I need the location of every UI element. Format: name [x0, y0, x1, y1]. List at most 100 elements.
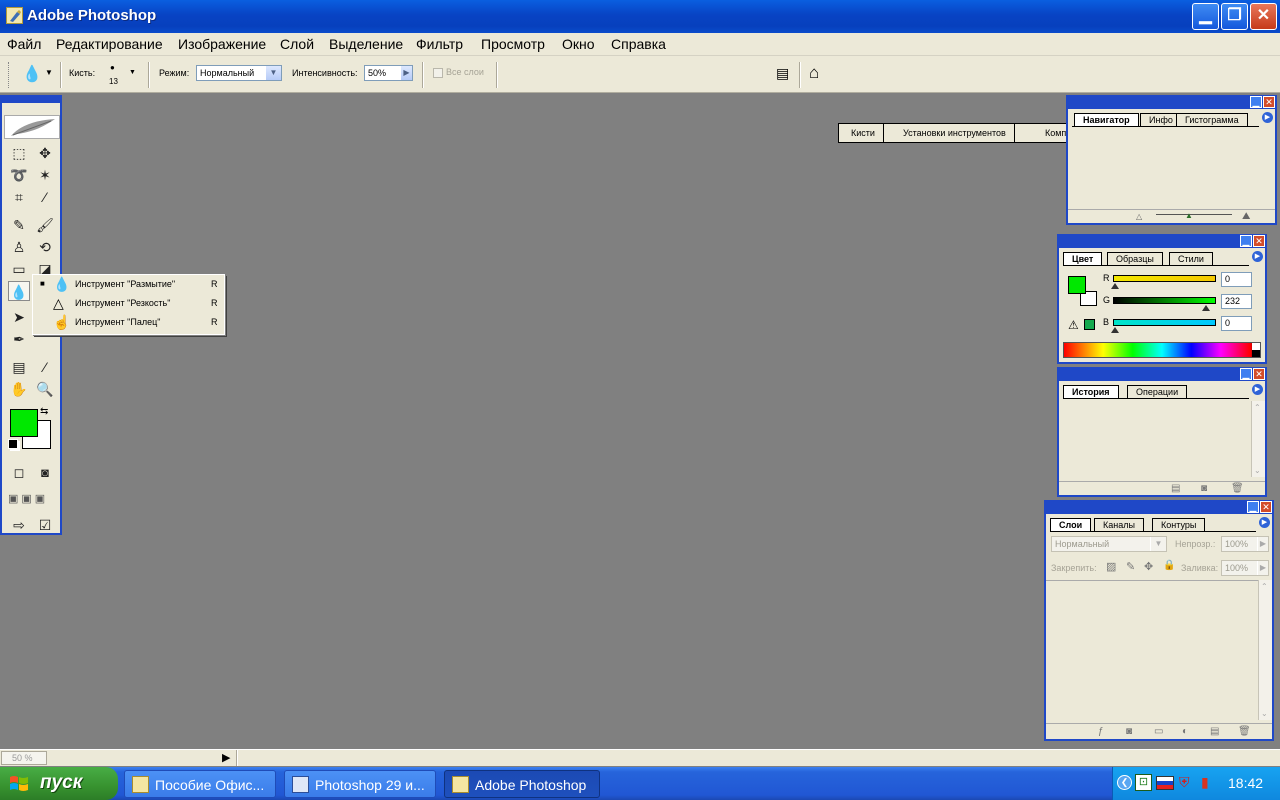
menu-edit[interactable]: Редактирование [56, 36, 163, 52]
pen-tool-icon[interactable]: ✒ [8, 329, 30, 349]
brush-dropdown-arrow-icon[interactable]: ▼ [129, 69, 136, 76]
zoom-tool-icon[interactable]: 🔍 [34, 379, 56, 399]
notes-tool-icon[interactable]: ▤ [8, 357, 30, 377]
layers-list[interactable] [1046, 580, 1258, 720]
tab-paths[interactable]: Контуры [1152, 518, 1206, 532]
magic-wand-tool-icon[interactable]: ✶ [34, 165, 56, 185]
well-tab-tool-presets[interactable]: Установки инструментов [895, 124, 1015, 142]
menu-view[interactable]: Просмотр [481, 36, 545, 52]
preset-dropdown-arrow-icon[interactable]: ▼ [45, 68, 53, 77]
network-icon[interactable]: ⊡ [1135, 774, 1152, 791]
lasso-tool-icon[interactable]: ➰ [8, 165, 30, 185]
file-browser-icon[interactable]: ▤ [776, 65, 789, 82]
layers-scrollbar[interactable]: ⌃ ⌄ [1258, 580, 1272, 720]
jump-to-imageready-icon[interactable]: ⇨ [8, 515, 30, 535]
task-photoshop[interactable]: Adobe Photoshop [444, 770, 600, 798]
opacity-field[interactable]: 100% ▶ [1221, 536, 1269, 552]
check-icon[interactable]: ☑ [34, 515, 56, 535]
r-slider-thumb[interactable] [1111, 283, 1119, 289]
status-menu-arrow-icon[interactable]: ▶ [222, 751, 230, 764]
zoom-slider[interactable] [1156, 214, 1232, 215]
layer-style-icon[interactable]: ƒ [1098, 726, 1104, 737]
menu-file[interactable]: Файл [7, 36, 41, 52]
scroll-down-icon[interactable]: ⌄ [1261, 709, 1268, 718]
palette-well-icon[interactable]: ⌂ [809, 63, 819, 83]
eyedropper-tool-icon[interactable]: ⁄ [34, 357, 56, 377]
fill-field[interactable]: 100% ▶ [1221, 560, 1269, 576]
color-ramp[interactable] [1063, 342, 1261, 358]
panel-menu-icon[interactable]: ▶ [1262, 112, 1273, 123]
swap-colors-icon[interactable]: ⇆ [40, 406, 48, 417]
g-slider[interactable] [1113, 297, 1216, 304]
task-folder[interactable]: Пособие Офис... [124, 770, 276, 798]
tab-history[interactable]: История [1063, 385, 1119, 399]
options-grip[interactable] [8, 62, 11, 88]
move-tool-icon[interactable]: ✥ [34, 143, 56, 163]
tray-app-icon[interactable]: ▮ [1201, 774, 1209, 791]
tab-styles[interactable]: Стили [1169, 252, 1213, 266]
healing-brush-tool-icon[interactable]: ✎ [8, 215, 30, 235]
task-word-document[interactable]: Photoshop 29 и... [284, 770, 436, 798]
trash-icon[interactable]: 🗑 [1238, 726, 1251, 737]
tab-histogram[interactable]: Гистограмма [1176, 113, 1248, 127]
b-slider[interactable] [1113, 319, 1216, 326]
flyout-item-sharpen[interactable]: △ Инструмент "Резкость" R [33, 294, 223, 313]
brush-dot-icon[interactable]: ● [110, 63, 115, 72]
ramp-white[interactable] [1252, 343, 1260, 350]
flyout-item-smudge[interactable]: ☝ Инструмент "Палец" R [33, 313, 223, 332]
flyout-item-blur[interactable]: ■ 💧 Инструмент "Размытие" R [33, 275, 223, 294]
menu-select[interactable]: Выделение [329, 36, 403, 52]
history-scrollbar[interactable]: ⌃ ⌄ [1251, 401, 1265, 477]
minimize-icon[interactable]: ▁ [1240, 368, 1252, 380]
tab-layers[interactable]: Слои [1050, 518, 1092, 532]
ramp-black[interactable] [1252, 350, 1260, 357]
foreground-color-swatch[interactable] [10, 409, 38, 437]
language-ru-flag-icon[interactable] [1156, 776, 1174, 790]
antivirus-shield-icon[interactable]: ⛨ [1179, 774, 1190, 791]
lock-position-move-icon[interactable]: ✥ [1144, 560, 1153, 573]
tab-swatches[interactable]: Образцы [1107, 252, 1163, 266]
close-icon[interactable]: ✕ [1253, 368, 1265, 380]
scroll-down-icon[interactable]: ⌄ [1254, 466, 1261, 475]
menu-layer[interactable]: Слой [280, 36, 314, 52]
blend-mode-select[interactable]: Нормальный ▼ [1051, 536, 1167, 552]
new-document-icon[interactable]: ▤ [1171, 483, 1180, 494]
tab-actions[interactable]: Операции [1127, 385, 1188, 399]
close-icon[interactable]: ✕ [1260, 501, 1272, 513]
r-slider[interactable] [1113, 275, 1216, 282]
foreground-swatch[interactable] [1068, 276, 1086, 294]
feather-logo[interactable] [4, 115, 60, 139]
intensity-field[interactable]: 50% ▶ [364, 65, 413, 81]
menu-filter[interactable]: Фильтр [416, 36, 463, 52]
path-selection-tool-icon[interactable]: ➤ [8, 307, 30, 327]
zoom-out-icon[interactable]: △ [1136, 212, 1142, 221]
adjustment-layer-icon[interactable]: ◐ [1182, 726, 1188, 737]
history-brush-tool-icon[interactable]: ⟲ [34, 237, 56, 257]
trash-icon[interactable]: 🗑 [1231, 483, 1244, 494]
r-value[interactable]: 0 [1221, 272, 1252, 287]
default-colors-icon[interactable] [8, 439, 18, 449]
lock-all-padlock-icon[interactable]: 🔒 [1163, 560, 1175, 571]
zoom-in-icon[interactable]: ⛰ [1242, 211, 1250, 222]
lock-transparency-icon[interactable]: ▨ [1106, 560, 1116, 573]
screen-mode-icons[interactable]: ▣▣▣ [8, 492, 48, 505]
minimize-icon[interactable]: ▁ [1240, 235, 1252, 247]
out-of-gamut-warning-icon[interactable]: ⚠ [1068, 318, 1079, 332]
b-slider-thumb[interactable] [1111, 327, 1119, 333]
minimize-icon[interactable]: ▁ [1250, 96, 1262, 108]
menu-help[interactable]: Справка [611, 36, 666, 52]
new-layer-icon[interactable]: ▤ [1210, 726, 1219, 737]
close-button[interactable]: ✕ [1250, 3, 1277, 30]
mode-select[interactable]: Нормальный ▼ [196, 65, 282, 81]
lock-pixels-brush-icon[interactable]: ✎ [1126, 560, 1135, 573]
menu-window[interactable]: Окно [562, 36, 595, 52]
g-slider-thumb[interactable] [1202, 305, 1210, 311]
marquee-tool-icon[interactable]: ⬚ [8, 143, 30, 163]
panel-menu-icon[interactable]: ▶ [1252, 251, 1263, 262]
b-value[interactable]: 0 [1221, 316, 1252, 331]
slice-tool-icon[interactable]: ⁄ [34, 187, 56, 207]
g-value[interactable]: 232 [1221, 294, 1252, 309]
tab-channels[interactable]: Каналы [1094, 518, 1144, 532]
tray-expand-chevron-icon[interactable]: ❮ [1117, 775, 1132, 790]
menu-image[interactable]: Изображение [178, 36, 266, 52]
